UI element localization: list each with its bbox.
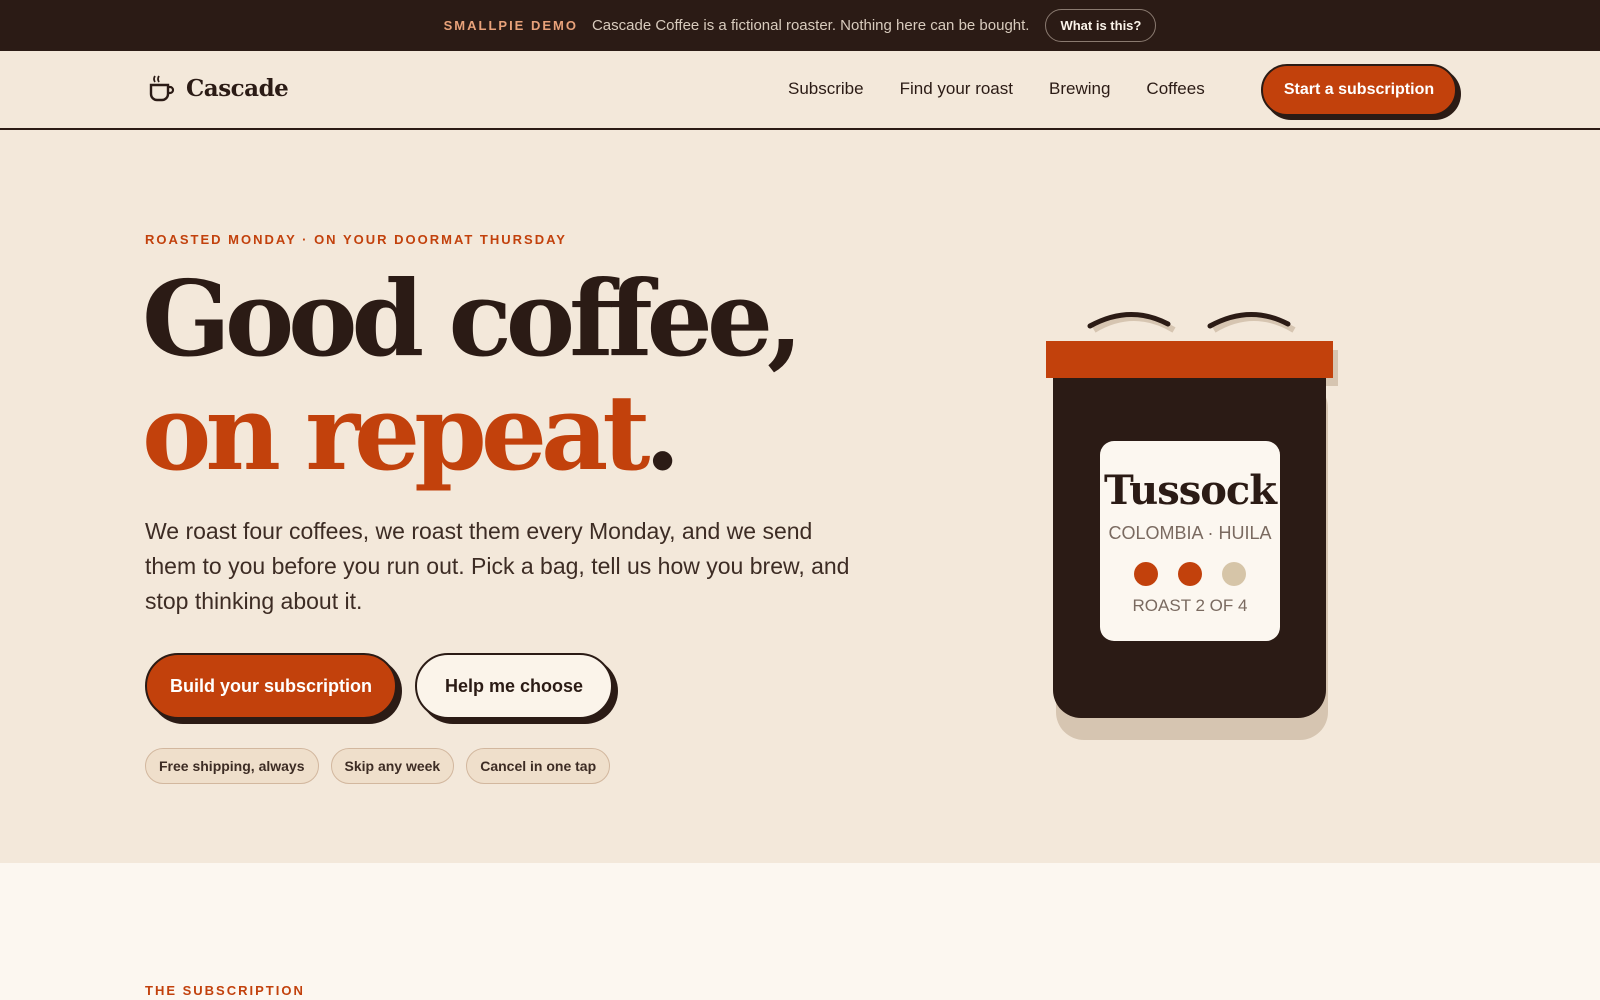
coffee-cup-icon bbox=[149, 75, 175, 102]
benefit-chips: Free shipping, always Skip any week Canc… bbox=[145, 748, 611, 784]
nav-link-coffees[interactable]: Coffees bbox=[1146, 79, 1204, 99]
demo-tag: SMALLPIE DEMO bbox=[443, 18, 578, 33]
hero-eyebrow: ROASTED MONDAY · ON YOUR DOORMAT THURSDA… bbox=[145, 232, 567, 247]
nav-link-find-your-roast[interactable]: Find your roast bbox=[900, 79, 1013, 99]
coffee-origin: COLOMBIA · HUILA bbox=[1108, 523, 1272, 543]
headline-part-1: Good coffee, bbox=[142, 257, 803, 380]
chip-cancel: Cancel in one tap bbox=[466, 748, 611, 784]
site-header: Cascade Subscribe Find your roast Brewin… bbox=[0, 51, 1600, 130]
demo-banner: SMALLPIE DEMO Cascade Coffee is a fictio… bbox=[0, 0, 1600, 51]
brand-logo[interactable]: Cascade bbox=[146, 73, 289, 103]
nav-link-brewing[interactable]: Brewing bbox=[1049, 79, 1110, 99]
headline-accent: on repeat bbox=[142, 371, 650, 494]
roast-level-dots bbox=[1100, 562, 1280, 586]
roast-dot-filled bbox=[1134, 562, 1158, 586]
headline-period: . bbox=[644, 371, 680, 494]
bag-label: Tussock COLOMBIA · HUILA ROAST 2 OF 4 bbox=[1100, 441, 1280, 641]
chip-free-shipping: Free shipping, always bbox=[145, 748, 319, 784]
roast-dot-filled bbox=[1178, 562, 1202, 586]
roast-label: ROAST 2 OF 4 bbox=[1132, 596, 1248, 615]
chip-skip-week: Skip any week bbox=[330, 748, 455, 784]
subscription-section: THE SUBSCRIPTION bbox=[0, 863, 1600, 1000]
nav-link-subscribe[interactable]: Subscribe bbox=[788, 79, 864, 99]
what-is-this-button[interactable]: What is this? bbox=[1045, 9, 1157, 42]
primary-nav: Subscribe Find your roast Brewing Coffee… bbox=[788, 79, 1205, 99]
start-subscription-button[interactable]: Start a subscription bbox=[1261, 64, 1457, 116]
roast-dot-empty bbox=[1222, 562, 1246, 586]
demo-message: Cascade Coffee is a fictional roaster. N… bbox=[591, 17, 1030, 34]
hero-headline: Good coffee, on repeat. bbox=[142, 262, 902, 490]
section-eyebrow: THE SUBSCRIPTION bbox=[145, 983, 305, 998]
brand-name: Cascade bbox=[186, 74, 289, 102]
help-me-choose-button[interactable]: Help me choose bbox=[415, 653, 613, 719]
hero-description: We roast four coffees, we roast them eve… bbox=[145, 518, 850, 614]
build-subscription-button[interactable]: Build your subscription bbox=[145, 653, 397, 719]
coffee-name: Tussock bbox=[1104, 467, 1277, 514]
